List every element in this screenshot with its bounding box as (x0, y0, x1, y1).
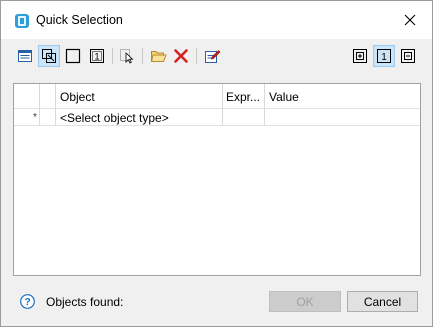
collapse-all-button[interactable] (397, 45, 419, 67)
select-objects-icon (42, 49, 56, 63)
close-button[interactable] (388, 1, 432, 39)
empty-square-icon (65, 48, 81, 64)
numbered-box-icon: 1 (90, 49, 104, 63)
toolbar-separator (142, 48, 143, 64)
properties-list-icon (18, 50, 32, 62)
toolbar-separator (112, 48, 113, 64)
objects-found-label: Objects found: (46, 295, 124, 309)
select-objects-button[interactable] (38, 45, 60, 67)
window-title: Quick Selection (36, 13, 123, 27)
toolbar: 1 1 (14, 45, 419, 69)
grid-header: Object Expr... Value (14, 84, 420, 109)
quick-selection-dialog: Quick Selection 1 1 Object Expr... Value… (0, 0, 433, 327)
open-folder-icon (150, 51, 167, 62)
toolbar-separator (196, 48, 197, 64)
help-question-icon: ? (20, 294, 35, 309)
title-bar: Quick Selection (1, 1, 432, 39)
table-row[interactable]: * <Select object type> (14, 109, 420, 126)
ok-button[interactable]: OK (269, 291, 341, 312)
selection-grid[interactable]: Object Expr... Value * <Select object ty… (13, 83, 421, 276)
level-one-icon: 1 (377, 49, 391, 63)
column-header-object[interactable]: Object (60, 90, 95, 104)
numbered-selection-button[interactable]: 1 (86, 45, 108, 67)
object-type-cell[interactable]: <Select object type> (60, 111, 169, 125)
new-selection-button[interactable] (62, 45, 84, 67)
cancel-button[interactable]: Cancel (347, 291, 418, 312)
svg-text:1: 1 (381, 52, 387, 63)
level-one-button[interactable]: 1 (373, 45, 395, 67)
svg-text:?: ? (24, 297, 30, 308)
export-button[interactable] (201, 45, 223, 67)
app-icon (14, 13, 30, 29)
svg-text:1: 1 (94, 52, 99, 62)
column-header-expression[interactable]: Expr... (226, 90, 260, 104)
expand-all-button[interactable] (349, 45, 371, 67)
collapse-all-icon (401, 49, 415, 63)
new-row-marker: * (33, 112, 37, 123)
help-button[interactable]: ? (20, 294, 35, 309)
pick-pointer-icon (120, 49, 134, 64)
open-button[interactable] (147, 45, 169, 67)
export-edit-icon (204, 50, 220, 63)
delete-x-icon (174, 49, 188, 63)
expand-all-icon (353, 49, 367, 63)
column-header-value[interactable]: Value (269, 90, 299, 104)
pick-object-button[interactable] (116, 45, 138, 67)
delete-button[interactable] (170, 45, 192, 67)
close-icon (404, 14, 416, 26)
properties-list-button[interactable] (14, 45, 36, 67)
